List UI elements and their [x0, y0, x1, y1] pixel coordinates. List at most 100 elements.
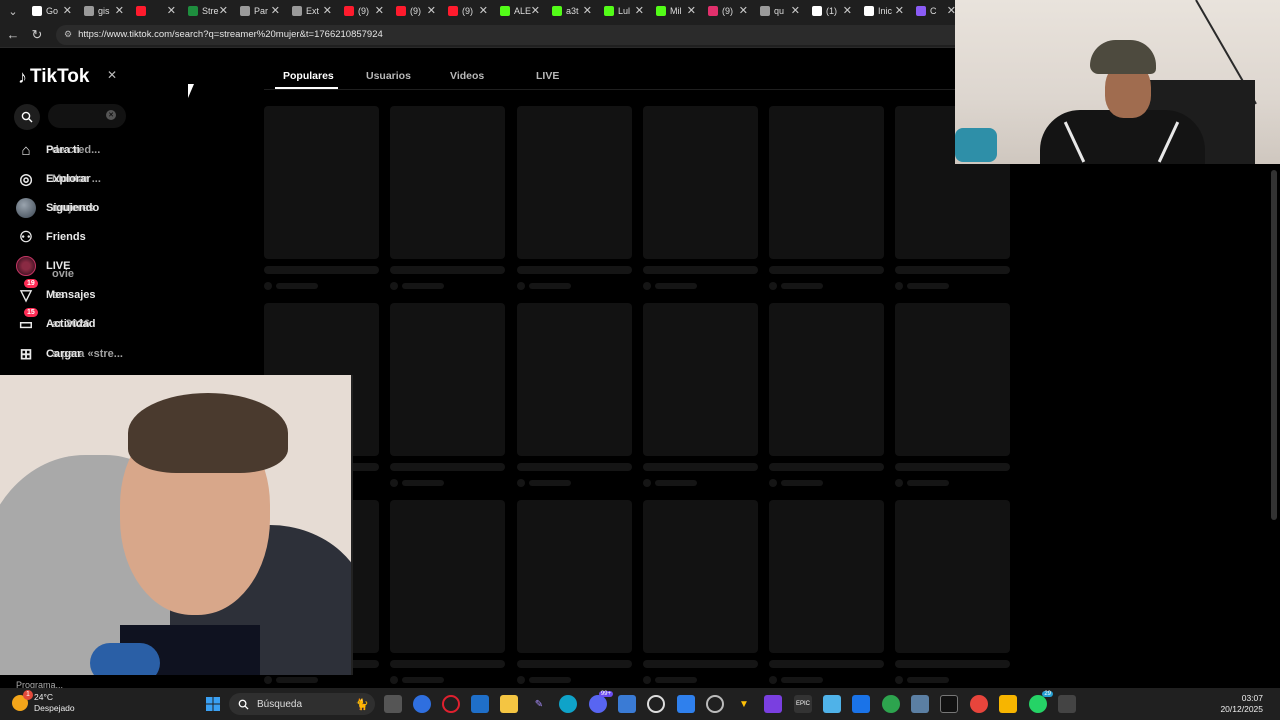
- browser-tab[interactable]: (9) ✕: [338, 0, 390, 22]
- browser-tab[interactable]: qu ✕: [754, 0, 806, 22]
- active-tab-indicator: [275, 87, 338, 89]
- snipping-tool-icon[interactable]: [1058, 695, 1076, 713]
- opera-icon: [344, 6, 354, 16]
- tab-close-icon[interactable]: ✕: [791, 4, 800, 17]
- tab-close-icon[interactable]: ✕: [687, 4, 696, 17]
- browser-tab-title: (9): [462, 6, 473, 16]
- browser-tab[interactable]: gis ✕: [78, 0, 130, 22]
- browser-tab[interactable]: Inic ✕: [858, 0, 910, 22]
- url-field[interactable]: ⚙ https://www.tiktok.com/search?q=stream…: [56, 24, 966, 45]
- blue-shirt-detail: [90, 643, 160, 675]
- browser-tab[interactable]: Ext ✕: [286, 0, 338, 22]
- skeleton-line: [655, 677, 697, 683]
- store-icon[interactable]: [471, 695, 489, 713]
- tab-close-icon[interactable]: ✕: [843, 4, 852, 17]
- live-icon: [16, 256, 36, 276]
- following-avatar: [16, 198, 36, 218]
- tab-close-icon[interactable]: ✕: [739, 4, 748, 17]
- browser-tab[interactable]: Par ✕: [234, 0, 286, 22]
- twitch-app-icon[interactable]: [764, 695, 782, 713]
- app-icon[interactable]: [677, 695, 695, 713]
- taskbar-clock[interactable]: 03:07 20/12/2025: [1220, 693, 1263, 715]
- tab-close-icon[interactable]: ✕: [427, 4, 436, 17]
- tab-close-icon[interactable]: ✕: [375, 4, 384, 17]
- weather-desc: Despejado: [34, 703, 75, 713]
- clear-search-icon[interactable]: ✕: [106, 110, 116, 120]
- browser-tab[interactable]: (9) ✕: [442, 0, 494, 22]
- chart-icon: [188, 6, 198, 16]
- site-info-icon[interactable]: ⚙: [64, 29, 72, 40]
- tab-close-icon[interactable]: ✕: [895, 4, 904, 17]
- tab-videos[interactable]: Videos: [450, 70, 484, 82]
- browser-tab[interactable]: Go ✕: [26, 0, 78, 22]
- tab-usuarios[interactable]: Usuarios: [366, 70, 411, 82]
- browser-tab[interactable]: Stre ✕: [182, 0, 234, 22]
- browser-tab[interactable]: ALE ✕: [494, 0, 546, 22]
- photos-icon[interactable]: [618, 695, 636, 713]
- calculator-icon[interactable]: [911, 695, 929, 713]
- results-grid-loading: [264, 106, 1012, 686]
- whatsapp-icon[interactable]: 29: [1029, 691, 1053, 713]
- tab-close-icon[interactable]: ✕: [271, 4, 280, 17]
- edge-icon[interactable]: [559, 695, 577, 713]
- chrome-icon[interactable]: [970, 695, 988, 713]
- search-icon[interactable]: [14, 104, 40, 130]
- scrollbar-thumb[interactable]: [1271, 170, 1277, 520]
- obs-icon[interactable]: [647, 695, 665, 713]
- google-icon: [32, 6, 42, 16]
- notification-badge: 15: [24, 308, 38, 317]
- browser-tab[interactable]: (9) ✕: [390, 0, 442, 22]
- tab-close-icon[interactable]: ✕: [323, 4, 332, 17]
- vpn-icon[interactable]: ▼: [735, 695, 753, 713]
- skeleton-line: [390, 266, 505, 274]
- windows-taskbar: 1 24°C Despejado Búsqueda 🐈 ✎ 99+ ▼ EPIC…: [0, 688, 1280, 720]
- terminal-icon[interactable]: [940, 695, 958, 713]
- browser-tab[interactable]: Mil ✕: [650, 0, 702, 22]
- app-icon[interactable]: [999, 695, 1017, 713]
- browser-tab[interactable]: (9) ✕: [702, 0, 754, 22]
- close-icon[interactable]: ✕: [107, 68, 117, 82]
- tiktok-logo[interactable]: ♪ TikTok: [18, 66, 89, 88]
- browser-tab[interactable]: a3t ✕: [546, 0, 598, 22]
- file-explorer-icon[interactable]: [500, 695, 518, 713]
- reload-icon[interactable]: ↻: [26, 24, 48, 46]
- tab-close-icon[interactable]: ✕: [219, 4, 228, 17]
- taskbar-search[interactable]: Búsqueda 🐈: [229, 693, 375, 715]
- page-scrollbar[interactable]: [1270, 164, 1278, 684]
- tab-close-icon[interactable]: ✕: [583, 4, 592, 17]
- feather-app-icon[interactable]: ✎: [530, 695, 548, 713]
- instagram-icon: [708, 6, 718, 16]
- outlook-icon[interactable]: [852, 695, 870, 713]
- weather-widget[interactable]: 1 24°C Despejado: [12, 690, 75, 714]
- back-arrow-icon[interactable]: ←: [2, 24, 24, 46]
- skeleton-card: [769, 500, 884, 653]
- tab-live[interactable]: LIVE: [536, 70, 559, 82]
- copilot-icon[interactable]: [413, 695, 431, 713]
- windows-start-icon[interactable]: [204, 695, 222, 713]
- opera-gx-icon[interactable]: [442, 695, 460, 713]
- tab-search-chevron-icon[interactable]: ⌄: [0, 0, 26, 22]
- steam-icon[interactable]: [706, 695, 724, 713]
- browser-tab[interactable]: ✕: [130, 0, 182, 22]
- notepad-icon[interactable]: [823, 695, 841, 713]
- globe-icon: [240, 6, 250, 16]
- discord-icon[interactable]: 99+: [589, 691, 613, 713]
- tab-close-icon[interactable]: ✕: [531, 4, 540, 17]
- browser-tab[interactable]: (1) ✕: [806, 0, 858, 22]
- skeleton-avatar: [769, 282, 777, 290]
- task-view-icon[interactable]: [384, 695, 402, 713]
- skeleton-card: [390, 500, 505, 653]
- tab-close-icon[interactable]: ✕: [115, 4, 124, 17]
- globe-icon: [84, 6, 94, 16]
- tab-close-icon[interactable]: ✕: [167, 4, 176, 17]
- tab-populares[interactable]: Populares: [283, 70, 334, 82]
- tab-close-icon[interactable]: ✕: [635, 4, 644, 17]
- tab-close-icon[interactable]: ✕: [479, 4, 488, 17]
- sidebar-item-friends[interactable]: ⚇ Friends: [16, 225, 85, 249]
- messages-icon: ▽ 19: [16, 279, 38, 305]
- chrome-alt-icon[interactable]: [882, 695, 900, 713]
- tab-close-icon[interactable]: ✕: [63, 4, 72, 17]
- browser-tab[interactable]: Lul ✕: [598, 0, 650, 22]
- epic-games-icon[interactable]: EPIC: [794, 695, 812, 713]
- skeleton-line: [781, 677, 823, 683]
